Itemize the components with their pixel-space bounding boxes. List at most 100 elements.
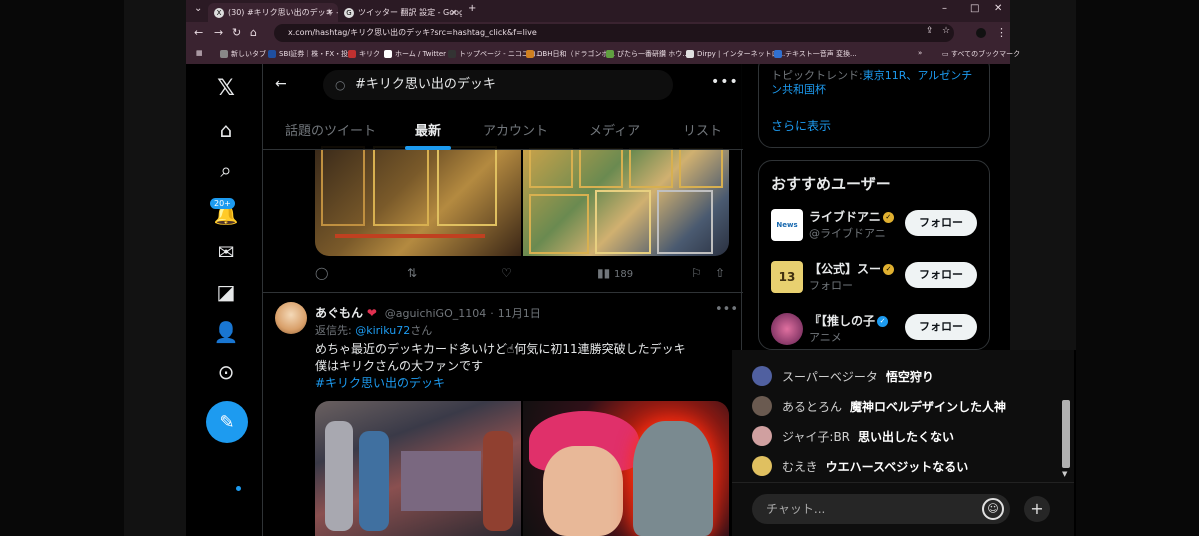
user-name[interactable]: ライブドアニ ✓ [809, 208, 894, 225]
tab-lists[interactable]: リスト [683, 120, 722, 139]
follow-button[interactable]: フォロー [905, 210, 977, 236]
reload-icon[interactable]: ↻ [232, 26, 241, 39]
like-icon[interactable]: ♡ [501, 266, 512, 280]
share-icon[interactable]: ⇧ [715, 266, 725, 280]
back-arrow-icon[interactable]: ← [275, 76, 287, 92]
close-tab-icon[interactable]: ✕ [450, 3, 457, 22]
tweet-actions: ◯ ⇅ ♡ ▮▮ 189 ⚐ ⇧ [315, 266, 729, 282]
follow-button[interactable]: フォロー [905, 314, 977, 340]
bookmark-icon[interactable]: ⚐ [691, 266, 702, 280]
profile-avatar[interactable] [976, 28, 986, 38]
maximize-icon[interactable]: □ [970, 3, 979, 14]
grok-icon[interactable]: ◪ [210, 276, 242, 308]
new-tab-button[interactable]: + [468, 3, 476, 14]
reply-to-link[interactable]: @kiriku72 [355, 324, 410, 337]
chat-text: 魔神ロベルデザインした人神 [850, 400, 1007, 414]
tweet-media-image[interactable] [315, 146, 521, 256]
all-bookmarks[interactable]: ▭ すべてのブックマーク [942, 49, 1020, 59]
reply-suffix: さん [410, 324, 433, 337]
card-image [373, 146, 429, 226]
bookmark-item[interactable]: ぴたら一番研鑽 ホウ... [606, 49, 689, 59]
avatar-text: 13 [778, 270, 796, 284]
tab-media[interactable]: メディア [589, 120, 640, 139]
close-window-icon[interactable]: ✕ [994, 3, 1002, 14]
search-input[interactable]: ○ #キリク思い出のデッキ [323, 70, 673, 100]
reply-icon[interactable]: ◯ [315, 266, 328, 280]
address-bar[interactable]: x.com/hashtag/キリク思い出のデッキ?src=hashtag_cli… [274, 24, 954, 42]
tweet-date[interactable]: 11月1日 [498, 307, 541, 320]
avatar[interactable] [752, 456, 772, 476]
tab-accounts[interactable]: アカウント [483, 120, 548, 139]
verified-badge-icon: ✓ [883, 264, 895, 275]
avatar[interactable]: News [771, 209, 803, 241]
tweet-handle[interactable]: @aguichiGO_1104 [385, 307, 487, 320]
star-icon[interactable]: ☆ [942, 26, 950, 36]
minimize-icon[interactable]: – [942, 3, 947, 14]
retweet-icon[interactable]: ⇅ [407, 266, 417, 280]
bookmark-item[interactable]: キリク [348, 49, 380, 59]
tab-search-icon[interactable]: ⌄ [194, 3, 202, 14]
follow-button[interactable]: フォロー [905, 262, 977, 288]
tweet-text: めちゃ最近のデッキカード多いけど☝何気に初11連勝突破したデッキ 僕はキリクさん… [315, 341, 715, 392]
views-icon[interactable]: ▮▮ 189 [597, 266, 633, 280]
bookmark-item[interactable]: ホーム / Twitter [384, 49, 446, 59]
bookmark-bar: ▦ 新しいタブ SBI証券｜株・FX・投... キリク ホーム / Twitte… [186, 44, 1020, 64]
chat-input[interactable]: チャット... [752, 494, 1010, 524]
tweet-media-image[interactable] [523, 401, 729, 536]
explore-search-icon[interactable]: ⌕ [210, 154, 242, 186]
bookmark-item[interactable]: Dirpy | インターネットロ... [686, 49, 785, 59]
user-name[interactable]: 【公式】スー ✓ [809, 260, 895, 277]
bookmark-item[interactable]: DBH日和（ドラゴンボ... [526, 49, 615, 59]
bookmark-item[interactable]: テキスト一音声 変換... [774, 49, 857, 59]
user-row[interactable]: 『【推しの子 ✓ アニメ フォロー [771, 311, 981, 347]
verified-badge-icon: ✓ [882, 212, 894, 223]
trends-card: トピックトレンド:東京11R、アルゼンチン共和国杯 さらに表示 [758, 64, 990, 148]
avatar[interactable] [752, 366, 772, 386]
messages-icon[interactable]: ✉ [210, 236, 242, 268]
profile-icon[interactable]: 👤 [210, 316, 242, 348]
more-options-icon[interactable]: ••• [711, 74, 739, 90]
x-logo-icon[interactable]: 𝕏 [210, 72, 242, 104]
bookmark-item[interactable]: SBI証券｜株・FX・投... [268, 49, 355, 59]
add-icon[interactable]: + [1024, 496, 1050, 522]
tab-top[interactable]: 話題のツイート [285, 120, 376, 139]
card-image [579, 148, 623, 188]
chat-scrollbar[interactable] [1062, 400, 1070, 468]
avatar[interactable] [771, 313, 803, 345]
avatar[interactable] [752, 396, 772, 416]
show-more-link[interactable]: さらに表示 [771, 117, 831, 134]
avatar[interactable]: 13 [771, 261, 803, 293]
forward-icon[interactable]: → [214, 26, 223, 39]
search-header: ← ○ #キリク思い出のデッキ ••• 話題のツイート 最新 アカウント メディ… [263, 64, 743, 150]
avatar[interactable] [752, 426, 772, 446]
home-icon[interactable]: ⌂ [250, 26, 257, 39]
tweet-media-image[interactable] [315, 401, 521, 536]
back-icon[interactable]: ← [194, 26, 203, 39]
user-row[interactable]: 13 【公式】スー ✓ フォロー フォロー [771, 259, 981, 295]
hashtag-link[interactable]: #キリク思い出のデッキ [315, 375, 715, 392]
post-button[interactable]: ✎ [206, 401, 248, 443]
tweet-line: めちゃ最近のデッキカード多いけど [315, 342, 508, 356]
apps-grid-icon[interactable]: ▦ [196, 49, 203, 57]
tweet-media-image[interactable] [523, 148, 729, 256]
more-circle-icon[interactable]: ⊙ [210, 356, 242, 388]
emoji-icon[interactable]: ☺ [982, 498, 1004, 520]
browser-tab[interactable]: G ツイッター 翻訳 設定 - Google 検 ✕ [338, 3, 462, 22]
user-row[interactable]: News ライブドアニ ✓ @ライブドアニ フォロー [771, 207, 981, 243]
bookmarks-more[interactable]: » [918, 49, 922, 57]
share-icon[interactable]: ⇪ [926, 26, 934, 36]
user-name[interactable]: 『【推しの子 ✓ [809, 312, 889, 329]
chat-text: ウエハースベジットなるい [825, 460, 969, 474]
menu-dots-icon[interactable]: ⋮ [996, 26, 1007, 39]
close-tab-icon[interactable]: ✕ [326, 3, 333, 22]
bookmark-item[interactable]: 新しいタブ [220, 49, 266, 59]
tweet-author-name[interactable]: あぐもん [315, 306, 363, 320]
browser-tab-active[interactable]: X (30) #キリク思い出のデッキ - 検索 ✕ [208, 3, 338, 22]
avatar[interactable] [275, 302, 307, 334]
tweet-more-icon[interactable]: ••• [715, 302, 738, 317]
home-icon[interactable]: ⌂ [210, 114, 242, 146]
scroll-down-icon[interactable]: ▼ [1062, 470, 1067, 478]
x-logo-icon: X [214, 7, 224, 18]
tab-latest[interactable]: 最新 [415, 120, 441, 139]
left-nav: 𝕏 ⌂ ⌕ 🔔 20+ ✉ ◪ 👤 ⊙ ✎ [186, 64, 262, 536]
